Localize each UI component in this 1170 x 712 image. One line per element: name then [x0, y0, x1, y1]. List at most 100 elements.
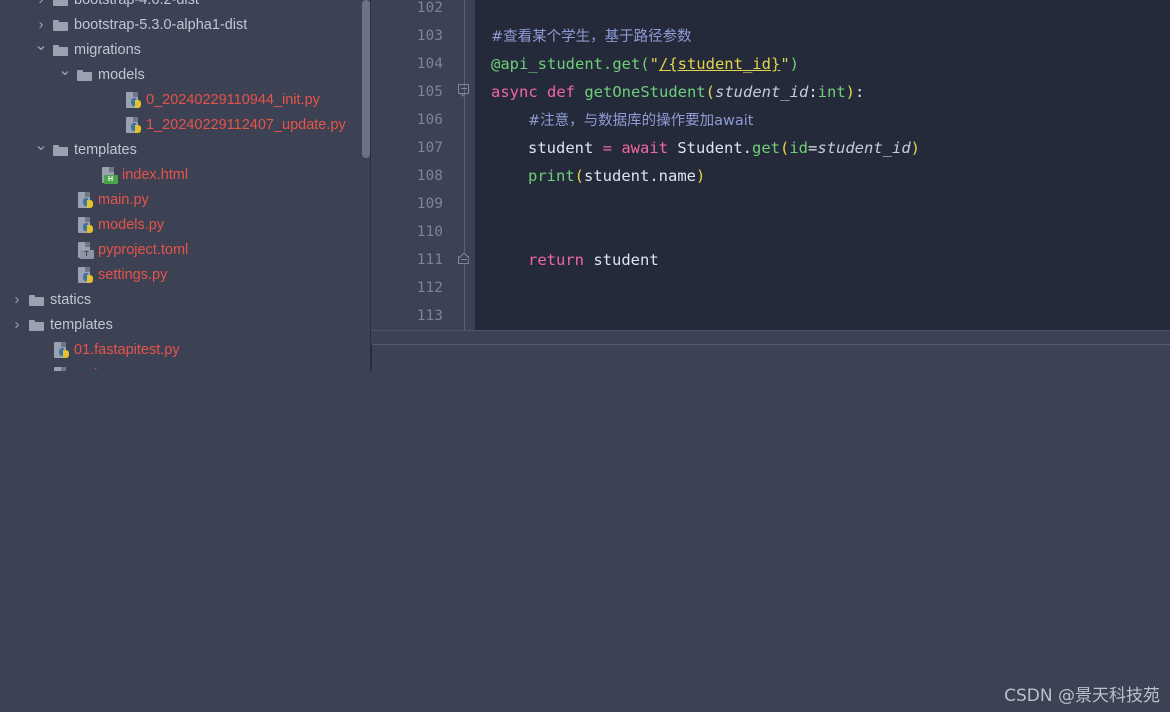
code-line[interactable]: async def getOneStudent(student_id:int): — [491, 78, 864, 106]
chevron-right-icon[interactable]: › — [32, 17, 50, 32]
code-token: print — [528, 167, 575, 185]
twisty-glyph: ⌄ — [58, 61, 72, 79]
code-token: ( — [574, 167, 585, 185]
editor-code-area[interactable]: #查看某个学生，基于路径参数 @api_student.get("/{studen… — [371, 0, 1170, 358]
tree-item[interactable]: 0_20240229110944_init.py — [0, 87, 371, 112]
code-editor[interactable]: 102103104105106107108109110111112113114 … — [371, 0, 1170, 371]
chevron-right-icon[interactable]: › — [8, 317, 26, 332]
tree-item-label: pyproject.toml — [98, 241, 189, 258]
code-token: @api_student.get( — [491, 55, 650, 73]
tree-item[interactable]: › bootstrap-5.3.0-alpha1-dist — [0, 12, 371, 37]
folder-icon — [26, 294, 47, 306]
python-file-icon — [122, 91, 143, 108]
tree-item[interactable]: › statics — [0, 287, 371, 312]
project-tree-scrollbar[interactable] — [362, 0, 370, 158]
chevron-down-icon[interactable]: ⌄ — [32, 37, 50, 58]
tree-item[interactable]: › templates — [0, 312, 371, 337]
chevron-right-icon[interactable]: › — [32, 0, 50, 7]
tree-item-label: migrations — [74, 41, 141, 58]
chevron-right-icon[interactable]: › — [8, 292, 26, 307]
tree-item[interactable]: › bootstrap-4.6.2-dist — [0, 0, 371, 12]
code-token: student — [593, 251, 659, 269]
code-line[interactable]: @api_student.get("/{student_id}") — [491, 50, 799, 78]
folder-icon — [50, 19, 71, 31]
tree-item[interactable]: ⌄ templates — [0, 137, 371, 162]
chevron-down-icon[interactable]: ⌄ — [56, 62, 74, 83]
code-line[interactable]: #注意，与数据库的操作要加await — [528, 106, 754, 134]
tree-item[interactable]: 01.fastapitest.py — [0, 337, 371, 362]
code-token: student_id — [817, 139, 911, 157]
code-token: Student. — [677, 139, 752, 157]
code-token: " — [780, 55, 790, 73]
editor-fold-column[interactable] — [453, 0, 475, 344]
fold-end-icon[interactable] — [457, 252, 471, 266]
line-number: 103 — [416, 28, 443, 44]
tree-item-label: bootstrap-5.3.0-alpha1-dist — [74, 16, 248, 33]
tree-item[interactable]: models.py — [0, 212, 371, 237]
code-token: ( — [705, 83, 715, 101]
chevron-down-icon[interactable]: ⌄ — [32, 137, 50, 158]
code-line[interactable]: print(student.name) — [528, 162, 705, 190]
tree-item-label: main.py — [98, 191, 149, 208]
tree-item[interactable]: settings.py — [0, 262, 371, 287]
line-number: 109 — [416, 196, 443, 212]
current-line-top-rule — [371, 330, 1170, 331]
toml-file-icon: T — [74, 241, 95, 259]
folder-icon — [50, 44, 71, 56]
code-line[interactable]: return student — [528, 246, 659, 274]
folder-icon — [74, 69, 95, 81]
tree-item[interactable]: ⌄ migrations — [0, 37, 371, 62]
tree-item-label: index.html — [122, 166, 189, 183]
code-token: student.name — [584, 167, 696, 185]
twisty-glyph: ⌄ — [34, 136, 48, 154]
tree-item-label: 0_20240229110944_init.py — [146, 91, 320, 108]
tree-item[interactable]: Tpyproject.toml — [0, 237, 371, 262]
tree-item-label: models — [98, 66, 145, 83]
tree-item-label: 01.fastapitest.py — [74, 341, 180, 358]
code-token: ) — [696, 167, 706, 185]
code-token: ( — [779, 139, 790, 157]
code-token: async def — [491, 83, 585, 101]
line-number: 108 — [416, 168, 443, 184]
code-token: : — [855, 83, 865, 101]
code-token: #注意，与数据库的操作要加await — [528, 113, 754, 129]
twisty-glyph: › — [14, 316, 20, 333]
tree-item-label: 1_20240229112407_update.py — [146, 116, 346, 133]
code-token: = — [602, 139, 622, 157]
line-number: 107 — [416, 140, 443, 156]
twisty-glyph: › — [14, 291, 20, 308]
tree-item-label: statics — [50, 291, 92, 308]
code-token: = — [808, 139, 818, 157]
line-number: 104 — [416, 56, 443, 72]
top-area: › bootstrap-4.6.2-dist › bootstrap-5.3.0-al… — [0, 0, 1170, 371]
line-number: 106 — [416, 112, 443, 128]
code-token: await — [621, 139, 678, 157]
line-number: 110 — [416, 224, 443, 240]
tree-item[interactable]: main.py — [0, 362, 371, 371]
code-line[interactable]: #查看某个学生，基于路径参数 — [491, 22, 692, 50]
fold-collapse-icon[interactable] — [457, 84, 471, 98]
fold-guide-line — [464, 0, 465, 344]
tree-item[interactable]: 1_20240229112407_update.py — [0, 112, 371, 137]
code-token: int — [817, 83, 846, 101]
editor-bottom-left-rule — [371, 344, 372, 371]
folder-icon — [26, 319, 47, 331]
code-token: getOneStudent — [584, 83, 706, 101]
editor-bottom-rule — [371, 344, 1170, 345]
python-file-icon — [74, 266, 95, 283]
tree-item[interactable]: Hindex.html — [0, 162, 371, 187]
project-tree[interactable]: › bootstrap-4.6.2-dist › bootstrap-5.3.0-al… — [0, 0, 371, 371]
code-token: id — [789, 139, 808, 157]
tree-item[interactable]: ⌄ models — [0, 62, 371, 87]
code-token: " — [649, 55, 659, 73]
editor-bottom-strip — [371, 344, 1170, 371]
ide-window: › bootstrap-4.6.2-dist › bootstrap-5.3.0-al… — [0, 0, 1170, 712]
editor-gutter[interactable]: 102103104105106107108109110111112113114 — [371, 0, 453, 352]
python-file-icon — [50, 341, 71, 358]
python-file-icon — [74, 216, 95, 233]
code-line[interactable]: student = await Student.get(id=student_i… — [528, 134, 920, 162]
code-token: ) — [789, 55, 799, 73]
code-token: #查看某个学生，基于路径参数 — [491, 29, 692, 45]
tree-item[interactable]: main.py — [0, 187, 371, 212]
line-number: 105 — [416, 84, 443, 100]
